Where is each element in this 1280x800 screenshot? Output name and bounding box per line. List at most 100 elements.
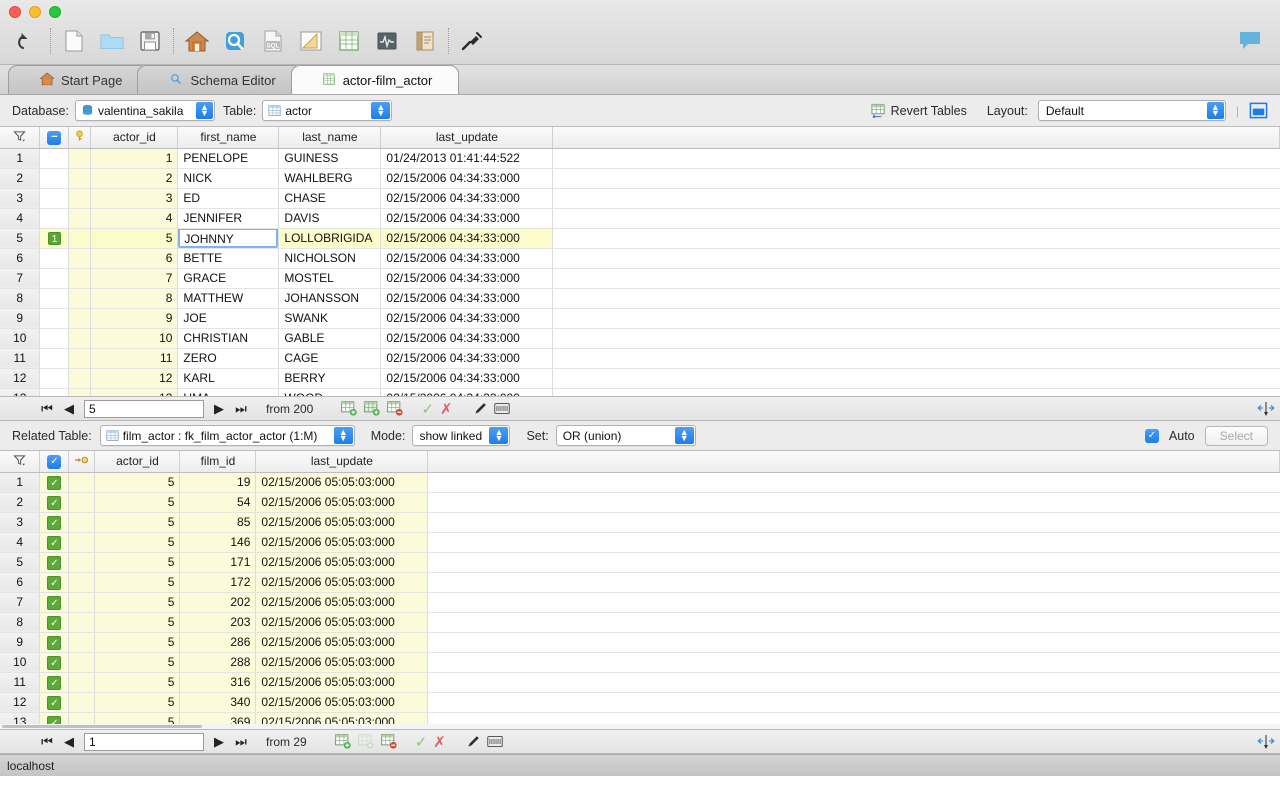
column-header-first-name[interactable]: first_name	[178, 127, 279, 148]
row-checkbox-cell[interactable]: ✓	[40, 692, 69, 712]
table-row[interactable]: 1212KARLBERRY02/15/2006 04:34:33:000	[0, 368, 1280, 388]
cell-last-update[interactable]: 02/15/2006 04:34:33:000	[381, 288, 553, 308]
cell-last-name[interactable]: CHASE	[279, 188, 381, 208]
cell-editor-input[interactable]: JOHNNY	[178, 228, 278, 248]
mode-stepper-icon[interactable]: ▲▼	[489, 427, 508, 444]
foreign-key-cell[interactable]	[69, 692, 95, 712]
cell-first-name[interactable]: JENNIFER	[178, 208, 279, 228]
table-grid-icon[interactable]	[330, 24, 368, 58]
cell-last-update[interactable]: 01/24/2013 01:41:44:522	[381, 148, 553, 168]
column-header-last-update[interactable]: last_update	[381, 127, 553, 148]
cell-actor-id[interactable]: 5	[95, 532, 180, 552]
commit-check-icon[interactable]: ✓	[415, 733, 428, 751]
column-header-film-id[interactable]: film_id	[180, 451, 256, 472]
table-row[interactable]: 12✓534002/15/2006 05:05:03:000	[0, 692, 1280, 712]
related-table-select[interactable]: film_actor : fk_film_actor_actor (1:M) ▲…	[100, 425, 355, 446]
table-row[interactable]: 4✓514602/15/2006 05:05:03:000	[0, 532, 1280, 552]
cell-last-name[interactable]: GABLE	[279, 328, 381, 348]
cell-last-update[interactable]: 02/15/2006 05:05:03:000	[256, 632, 428, 652]
row-marker-cell[interactable]	[40, 348, 69, 368]
row-checkbox-cell[interactable]: ✓	[40, 612, 69, 632]
cell-first-name[interactable]: JOE	[178, 308, 279, 328]
cell-film-id[interactable]: 202	[180, 592, 256, 612]
cell-actor-id[interactable]: 5	[95, 472, 180, 492]
cell-actor-id[interactable]: 5	[95, 552, 180, 572]
cell-last-update[interactable]: 02/15/2006 05:05:03:000	[256, 572, 428, 592]
cell-actor-id[interactable]: 3	[91, 188, 178, 208]
cell-last-name[interactable]: BERRY	[279, 368, 381, 388]
cell-first-name[interactable]: ZERO	[178, 348, 279, 368]
keyboard-icon[interactable]	[494, 402, 510, 415]
previous-record-icon[interactable]: ◀	[58, 401, 80, 417]
row-number[interactable]: 9	[0, 308, 40, 328]
row-marker-cell[interactable]	[40, 288, 69, 308]
table-row[interactable]: 5✓517102/15/2006 05:05:03:000	[0, 552, 1280, 572]
cell-actor-id[interactable]: 5	[95, 612, 180, 632]
row-number[interactable]: 10	[0, 328, 40, 348]
row-number[interactable]: 4	[0, 532, 40, 552]
cell-last-update[interactable]: 02/15/2006 04:34:33:000	[381, 188, 553, 208]
cell-last-update[interactable]: 02/15/2006 04:34:33:000	[381, 208, 553, 228]
cell-last-update[interactable]: 02/15/2006 05:05:03:000	[256, 492, 428, 512]
cell-actor-id[interactable]: 2	[91, 168, 178, 188]
cell-last-name[interactable]: LOLLOBRIGIDA	[279, 228, 381, 248]
cell-film-id[interactable]: 286	[180, 632, 256, 652]
row-checkbox-cell[interactable]: ✓	[40, 672, 69, 692]
row-checkbox[interactable]: ✓	[47, 476, 61, 490]
cell-last-name[interactable]: JOHANSSON	[279, 288, 381, 308]
foreign-key-cell[interactable]	[69, 632, 95, 652]
table-row[interactable]: 11✓531602/15/2006 05:05:03:000	[0, 672, 1280, 692]
row-checkbox[interactable]: ✓	[47, 616, 61, 630]
chat-bubble-icon[interactable]	[1236, 26, 1264, 57]
cell-actor-id[interactable]: 5	[95, 692, 180, 712]
save-icon[interactable]	[131, 24, 169, 58]
fit-columns-icon[interactable]	[1256, 399, 1276, 419]
film-actor-table[interactable]: ✓ actor_id film_id last_update 1✓51902/1…	[0, 451, 1280, 733]
row-number[interactable]: 5	[0, 228, 40, 248]
row-checkbox-cell[interactable]: ✓	[40, 472, 69, 492]
primary-key-cell[interactable]	[69, 208, 91, 228]
cell-actor-id[interactable]: 11	[91, 348, 178, 368]
next-record-icon[interactable]: ▶	[208, 401, 230, 417]
table-row[interactable]: 8✓520302/15/2006 05:05:03:000	[0, 612, 1280, 632]
row-checkbox-cell[interactable]: ✓	[40, 492, 69, 512]
cell-last-name[interactable]: SWANK	[279, 308, 381, 328]
row-number[interactable]: 6	[0, 248, 40, 268]
primary-key-cell[interactable]	[69, 288, 91, 308]
next-record-icon[interactable]: ▶	[208, 734, 230, 750]
cell-film-id[interactable]: 316	[180, 672, 256, 692]
cell-last-update[interactable]: 02/15/2006 04:34:33:000	[381, 248, 553, 268]
row-number[interactable]: 4	[0, 208, 40, 228]
diagram-ruler-icon[interactable]	[292, 24, 330, 58]
primary-key-cell[interactable]	[69, 348, 91, 368]
foreign-key-cell[interactable]	[69, 572, 95, 592]
cell-last-update[interactable]: 02/15/2006 04:34:33:000	[381, 168, 553, 188]
cell-first-name[interactable]: BETTE	[178, 248, 279, 268]
table-row[interactable]: 1111ZEROCAGE02/15/2006 04:34:33:000	[0, 348, 1280, 368]
edit-pencil-icon[interactable]	[466, 734, 481, 749]
table-row[interactable]: 66BETTENICHOLSON02/15/2006 04:34:33:000	[0, 248, 1280, 268]
last-record-icon[interactable]: ⏭	[230, 734, 252, 750]
first-record-icon[interactable]: ⏮	[36, 401, 58, 417]
top-page-input[interactable]	[84, 400, 204, 418]
row-checkbox-cell[interactable]: ✓	[40, 632, 69, 652]
delete-record-icon[interactable]	[381, 734, 398, 749]
row-checkbox[interactable]: ✓	[47, 696, 61, 710]
cell-last-name[interactable]: DAVIS	[279, 208, 381, 228]
row-checkbox[interactable]: ✓	[47, 556, 61, 570]
filter-icon-header[interactable]	[0, 451, 40, 472]
cell-last-update[interactable]: 02/15/2006 04:34:33:000	[381, 328, 553, 348]
cell-film-id[interactable]: 54	[180, 492, 256, 512]
row-marker-cell[interactable]	[40, 328, 69, 348]
primary-key-cell[interactable]	[69, 308, 91, 328]
cell-film-id[interactable]: 288	[180, 652, 256, 672]
select-all-header[interactable]: ✓	[40, 451, 69, 472]
row-number[interactable]: 8	[0, 612, 40, 632]
primary-key-cell[interactable]	[69, 168, 91, 188]
cell-first-name[interactable]: KARL	[178, 368, 279, 388]
row-checkbox-cell[interactable]: ✓	[40, 572, 69, 592]
row-number[interactable]: 5	[0, 552, 40, 572]
primary-key-cell[interactable]	[69, 328, 91, 348]
table-row[interactable]: 77GRACEMOSTEL02/15/2006 04:34:33:000	[0, 268, 1280, 288]
row-checkbox[interactable]: ✓	[47, 596, 61, 610]
